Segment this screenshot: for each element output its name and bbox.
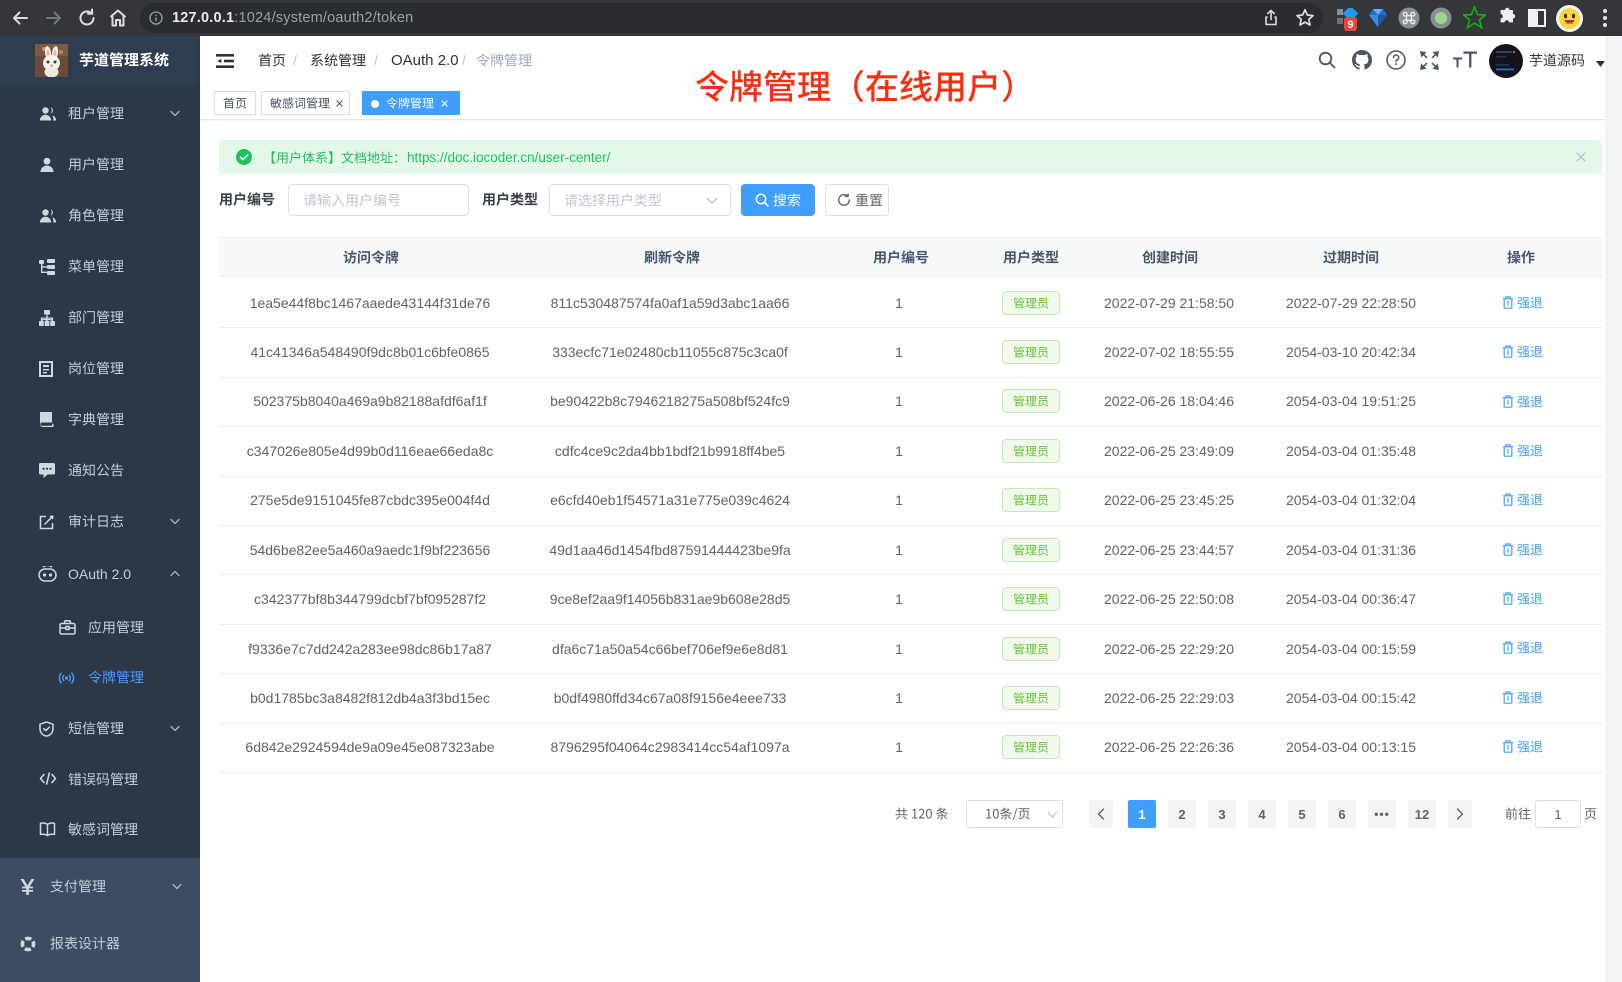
svg-text:9: 9: [1347, 19, 1353, 31]
